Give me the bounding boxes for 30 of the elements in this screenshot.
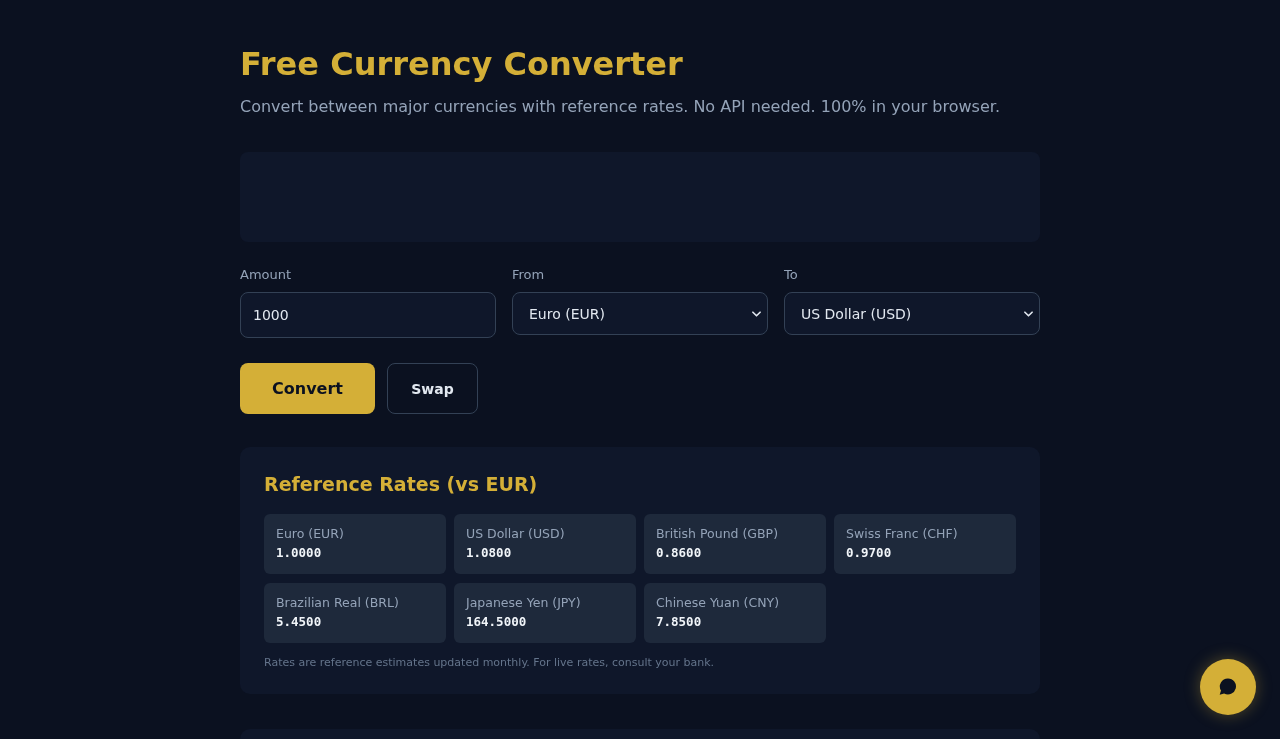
rate-value: 7.8500 (656, 613, 703, 631)
rates-heading: Reference Rates (vs EUR) (264, 472, 539, 496)
rate-value: 164.5000 (466, 613, 528, 631)
rate-value: 0.9700 (846, 544, 893, 562)
page-subtitle: Convert between major currencies with reference rates. No API needed. 100% in your browser. (240, 96, 1001, 118)
chevron-down-icon (1024, 310, 1033, 317)
chevron-down-icon (752, 310, 761, 317)
to-currency-select[interactable]: US Dollar (USD) (784, 292, 1040, 335)
from-label: From (512, 266, 546, 284)
rates-note: Rates are reference estimates updated monthly. For live rates, consult your bank. (264, 655, 716, 671)
to-label: To (784, 266, 799, 284)
amount-input[interactable]: 1000 (240, 292, 496, 338)
rate-value: 1.0000 (276, 544, 323, 562)
currency-name: Euro (EUR) (276, 525, 345, 543)
currency-name: Japanese Yen (JPY) (466, 594, 582, 612)
currency-name: US Dollar (USD) (466, 525, 566, 543)
convert-button[interactable]: Convert (240, 363, 375, 414)
rate-value: 5.4500 (276, 613, 323, 631)
speech-bubble-icon (1218, 677, 1238, 697)
currency-name: Swiss Franc (CHF) (846, 525, 959, 543)
rate-value: 1.0800 (466, 544, 513, 562)
from-currency-select[interactable]: Euro (EUR) (512, 292, 768, 335)
chat-button[interactable] (1200, 659, 1256, 715)
currency-name: Chinese Yuan (CNY) (656, 594, 781, 612)
currency-name: Brazilian Real (BRL) (276, 594, 400, 612)
rate-value: 0.8600 (656, 544, 703, 562)
currency-name: British Pound (GBP) (656, 525, 779, 543)
page-title: Free Currency Converter (240, 45, 684, 83)
swap-button[interactable]: Swap (387, 363, 478, 414)
amount-label: Amount (240, 266, 293, 284)
